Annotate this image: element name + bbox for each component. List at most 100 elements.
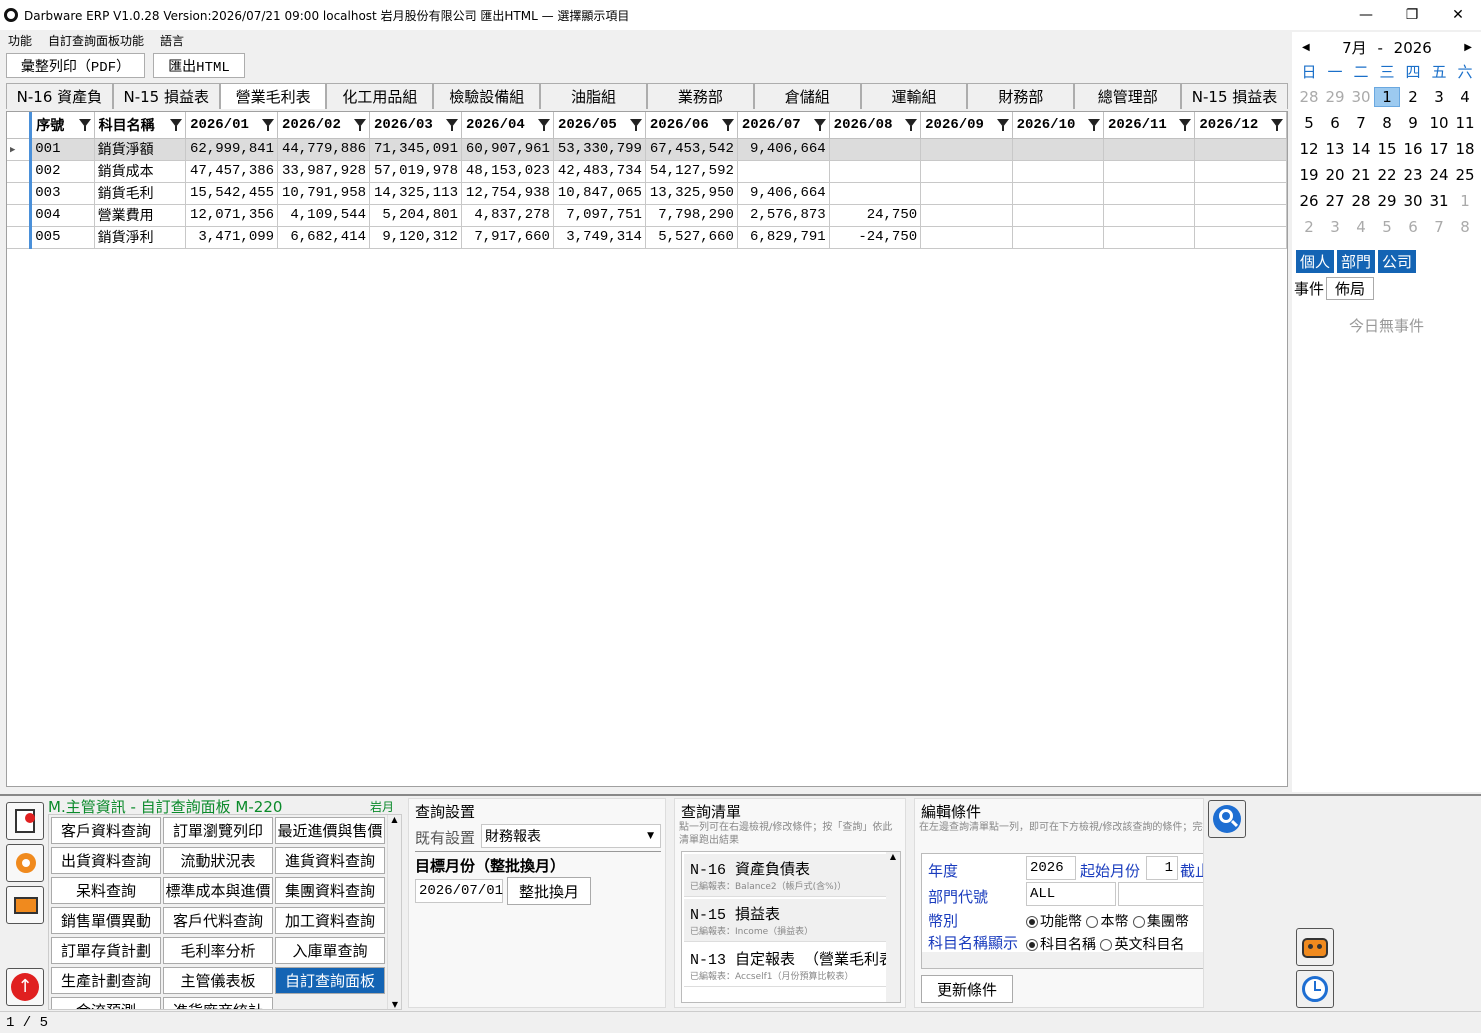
table-cell[interactable]: 9,406,664 <box>737 182 830 205</box>
table-cell[interactable] <box>1103 182 1196 205</box>
calendar-day[interactable]: 27 <box>1322 192 1348 210</box>
tab-inspection[interactable]: 檢驗設備組 <box>433 83 541 109</box>
nav-button[interactable]: 毛利率分析 <box>163 937 273 964</box>
table-cell[interactable]: 005 <box>30 226 95 249</box>
filter-icon[interactable] <box>1271 119 1283 131</box>
query-list-item[interactable]: N-13 自定報表 （營業毛利表 已編報表：Accself1（月份預算比較表） <box>684 944 886 987</box>
filter-icon[interactable] <box>1087 119 1100 131</box>
table-cell[interactable]: 3,749,314 <box>553 226 646 249</box>
table-cell[interactable]: 44,779,886 <box>277 138 370 161</box>
table-cell[interactable]: 9,406,664 <box>737 138 830 161</box>
calendar-day[interactable]: 5 <box>1296 114 1322 132</box>
column-header[interactable]: 2026/05 <box>553 112 646 139</box>
currency-functional-radio[interactable] <box>1026 916 1038 928</box>
tab-warehouse[interactable]: 倉儲組 <box>753 83 861 109</box>
table-cell[interactable]: 42,483,734 <box>553 160 646 183</box>
table-cell[interactable]: 14,325,113 <box>369 182 462 205</box>
up-arrow-icon[interactable]: ↑ <box>6 968 44 1006</box>
nav-button[interactable]: 入庫單查詢 <box>275 937 385 964</box>
table-cell[interactable] <box>920 160 1013 183</box>
table-row[interactable]: 002 銷貨成本 47,457,386 33,987,928 57,019,978 48,… <box>7 160 1287 183</box>
export-html-button[interactable]: 匯出HTML <box>153 53 245 78</box>
nav-button[interactable]: 集團資料查詢 <box>275 877 385 904</box>
table-cell[interactable]: 7,798,290 <box>645 204 738 227</box>
table-cell[interactable]: 004 <box>30 204 95 227</box>
calendar-day[interactable]: 31 <box>1426 192 1452 210</box>
table-cell[interactable] <box>1194 160 1287 183</box>
column-header[interactable]: 2026/09 <box>920 112 1013 139</box>
table-cell[interactable]: 33,987,928 <box>277 160 370 183</box>
table-cell[interactable] <box>1012 226 1104 249</box>
column-header[interactable]: 2026/04 <box>461 112 554 139</box>
column-header[interactable]: 科目名稱 <box>94 112 187 139</box>
currency-group-radio[interactable] <box>1132 916 1145 928</box>
nav-button[interactable]: 金流預測 <box>51 997 161 1009</box>
table-cell[interactable]: 67,453,542 <box>645 138 738 161</box>
table-cell[interactable]: 47,457,386 <box>185 160 279 183</box>
table-cell[interactable] <box>1103 160 1196 183</box>
year-input[interactable]: 2026 <box>1026 856 1076 880</box>
calendar-day[interactable]: 30 <box>1400 192 1426 210</box>
table-cell[interactable]: 9,120,312 <box>369 226 462 249</box>
table-cell[interactable] <box>829 182 922 205</box>
calendar-day[interactable]: 8 <box>1374 114 1400 132</box>
calendar-day[interactable]: 9 <box>1400 114 1426 132</box>
calendar-note-icon[interactable] <box>6 802 44 840</box>
filter-icon[interactable] <box>905 119 918 131</box>
nav-button[interactable]: 出貨資料查詢 <box>51 847 161 874</box>
nav-button[interactable]: 進貨資料查詢 <box>275 847 385 874</box>
calendar-day[interactable]: 29 <box>1322 88 1348 106</box>
calendar-day[interactable]: 16 <box>1400 140 1426 158</box>
tab-n15-income[interactable]: N-15 損益表 <box>112 83 220 109</box>
column-header[interactable]: 2026/06 <box>645 112 738 139</box>
dept-input[interactable]: ALL <box>1026 882 1116 906</box>
nav-button[interactable]: 最近進價與售價 <box>275 817 385 844</box>
calendar-day[interactable]: 11 <box>1452 114 1478 132</box>
ai-icon[interactable] <box>6 886 44 924</box>
nav-button[interactable]: 流動狀況表 <box>163 847 273 874</box>
column-header[interactable]: 序號 <box>30 112 95 139</box>
filter-icon[interactable] <box>813 119 826 131</box>
row-selector[interactable] <box>7 160 33 183</box>
column-header[interactable]: 2026/11 <box>1103 112 1196 139</box>
tab-transport[interactable]: 運輸組 <box>860 83 968 109</box>
table-cell[interactable]: 60,907,961 <box>461 138 554 161</box>
nav-scrollbar[interactable]: ▲ ▼ <box>387 815 401 1009</box>
update-conditions-button[interactable]: 更新條件 <box>921 975 1013 1003</box>
table-cell[interactable]: 13,325,950 <box>645 182 738 205</box>
nav-button[interactable]: 呆料查詢 <box>51 877 161 904</box>
nav-button[interactable]: 標準成本與進價 <box>163 877 273 904</box>
table-cell[interactable]: 6,829,791 <box>737 226 830 249</box>
table-cell[interactable]: 71,345,091 <box>369 138 462 161</box>
table-cell[interactable]: 10,791,958 <box>277 182 370 205</box>
calendar-day[interactable]: 17 <box>1426 140 1452 158</box>
robot-icon[interactable] <box>1296 928 1334 966</box>
nav-button[interactable]: 自訂查詢面板 <box>275 967 385 994</box>
calendar-day[interactable]: 19 <box>1296 166 1322 184</box>
print-pdf-button[interactable]: 彙整列印（PDF） <box>6 53 145 78</box>
table-cell[interactable] <box>1012 204 1104 227</box>
flower-icon[interactable] <box>6 844 44 882</box>
column-header[interactable]: 2026/08 <box>829 112 922 139</box>
search-icon[interactable] <box>1208 800 1246 838</box>
calendar-day[interactable]: 3 <box>1426 88 1452 106</box>
nav-button[interactable]: 訂單瀏覽列印 <box>163 817 273 844</box>
filter-icon[interactable] <box>262 119 275 131</box>
filter-icon[interactable] <box>996 119 1009 131</box>
table-cell[interactable] <box>1012 182 1104 205</box>
layout-button[interactable]: 佈局 <box>1326 277 1375 300</box>
table-cell[interactable]: 002 <box>30 160 95 183</box>
nav-button[interactable]: 客戶代料查詢 <box>163 907 273 934</box>
name-english-radio[interactable] <box>1100 939 1113 951</box>
table-cell[interactable]: 10,847,065 <box>553 182 646 205</box>
restore-icon[interactable]: ❐ <box>1389 0 1435 30</box>
table-cell[interactable]: 5,204,801 <box>369 204 462 227</box>
calendar-day[interactable]: 28 <box>1348 192 1374 210</box>
filter-icon[interactable] <box>445 119 458 131</box>
table-cell[interactable] <box>920 182 1013 205</box>
calendar-day[interactable]: 14 <box>1348 140 1374 158</box>
close-icon[interactable]: ✕ <box>1435 0 1481 30</box>
calendar-day[interactable]: 13 <box>1322 140 1348 158</box>
calendar-day[interactable]: 7 <box>1348 114 1374 132</box>
tab-chemical[interactable]: 化工用品組 <box>326 83 434 109</box>
